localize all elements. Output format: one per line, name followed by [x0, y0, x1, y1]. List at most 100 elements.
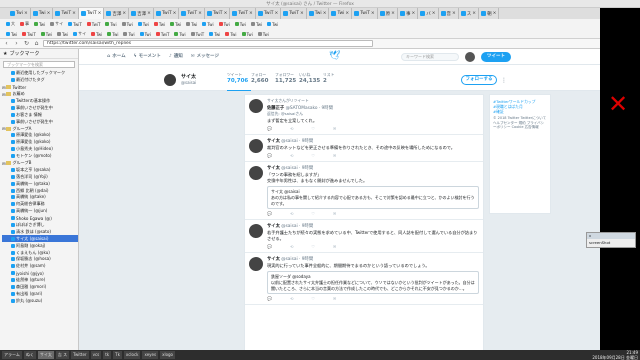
- close-icon[interactable]: ×: [24, 11, 28, 16]
- forward-icon[interactable]: ›: [13, 40, 20, 47]
- message-icon[interactable]: ✉: [333, 296, 336, 301]
- tweet-avatar[interactable]: [249, 99, 263, 113]
- tweet-author-name[interactable]: サイ太: [267, 224, 280, 229]
- bookmark-item[interactable]: Twi: [136, 20, 151, 28]
- taskbar-item[interactable]: xclock: [123, 351, 141, 359]
- bookmark-item[interactable]: TwiT: [20, 30, 38, 38]
- retweet-icon[interactable]: ⟲: [290, 153, 293, 158]
- taskbar-item[interactable]: vcs: [90, 351, 102, 359]
- close-icon[interactable]: ×: [72, 11, 76, 16]
- taskbar-item[interactable]: 吉 ス: [55, 351, 70, 359]
- taskbar-item[interactable]: Twitter: [71, 351, 89, 359]
- like-icon[interactable]: ♡: [311, 126, 315, 131]
- sidebar-item[interactable]: 何英総合律事務: [2, 201, 78, 208]
- close-icon[interactable]: ×: [249, 11, 253, 16]
- profile-stat[interactable]: フォロワー 11,725: [275, 72, 299, 91]
- close-icon[interactable]: ×: [345, 11, 349, 16]
- tab-5[interactable]: 吉澤 ×: [129, 8, 154, 19]
- bookmark-item[interactable]: Twi: [32, 20, 47, 28]
- bookmark-item[interactable]: TwiT: [154, 30, 172, 38]
- back-icon[interactable]: ‹: [3, 40, 10, 47]
- close-icon[interactable]: ×: [371, 11, 375, 16]
- expand-icon[interactable]: ⊟: [2, 161, 5, 166]
- home-icon[interactable]: ⌂: [33, 40, 40, 47]
- close-icon[interactable]: ×: [300, 11, 304, 16]
- like-icon[interactable]: ♡: [311, 211, 315, 216]
- message-icon[interactable]: ✉: [333, 211, 336, 216]
- sidebar-search-input[interactable]: ブックマークを検索: [3, 61, 75, 68]
- sidebar-item[interactable]: ぼぼぼさぎ博し: [2, 222, 78, 229]
- tab-18[interactable]: 音 ×: [439, 8, 459, 19]
- close-icon[interactable]: ×: [323, 11, 327, 16]
- reload-icon[interactable]: ↻: [23, 40, 30, 47]
- bookmark-item[interactable]: Twi: [4, 30, 19, 38]
- url-bar[interactable]: https://twitter.com/saisai/with_replies: [43, 40, 373, 47]
- taskbar-item[interactable]: tk: [103, 351, 112, 359]
- nav-moments[interactable]: ϟ モーメント: [134, 53, 161, 60]
- close-icon[interactable]: ×: [275, 11, 279, 16]
- close-icon[interactable]: ×: [411, 11, 415, 16]
- close-icon[interactable]: ×: [493, 11, 497, 16]
- sidebar-item[interactable]: 鈴丸 (@suzu): [2, 297, 78, 304]
- sidebar-item[interactable]: ⊟ お薦め: [2, 91, 78, 98]
- nav-home[interactable]: ⌂ ホーム: [107, 53, 126, 60]
- close-icon[interactable]: ×: [472, 11, 476, 16]
- bookmark-item[interactable]: Twi: [121, 30, 136, 38]
- sidebar-item[interactable]: 高橋純 (@take): [2, 194, 78, 201]
- sidebar-item[interactable]: 事前いさせが発生中: [2, 104, 78, 111]
- twitter-bird-icon[interactable]: 🕊: [329, 52, 340, 61]
- bookmark-item[interactable]: Twi: [233, 20, 248, 28]
- tab-9[interactable]: TwiT ×: [230, 8, 256, 19]
- tab-17[interactable]: バ ×: [418, 8, 439, 19]
- reply-icon[interactable]: 💬: [267, 211, 272, 216]
- close-icon[interactable]: ×: [98, 11, 102, 16]
- quoted-tweet[interactable]: 鉄屋ソーダ @sodaya 以前に配置されたサイ太弁護士の担任作業などについて、ウ…: [267, 271, 479, 294]
- tweet-author-name[interactable]: サイ太: [267, 139, 280, 144]
- tab-15[interactable]: 原 ×: [378, 8, 398, 19]
- close-icon[interactable]: ×: [224, 11, 228, 16]
- twitter-search-input[interactable]: キーワード検索: [401, 53, 459, 61]
- bookmark-item[interactable]: Twi: [105, 30, 120, 38]
- close-icon[interactable]: ×: [198, 11, 202, 16]
- tweet-avatar[interactable]: [249, 166, 263, 180]
- message-icon[interactable]: ✉: [333, 126, 336, 131]
- taskbar-item[interactable]: サイ太: [37, 351, 54, 359]
- sidebar-item[interactable]: くまえもん (@ku): [2, 249, 78, 256]
- profile-stat[interactable]: いいね 24,135: [299, 72, 323, 91]
- close-icon[interactable]: ×: [147, 11, 151, 16]
- sidebar-item[interactable]: 森田雅 (@mori): [2, 284, 78, 291]
- nav-messages[interactable]: ✉ メッセージ: [191, 53, 219, 60]
- close-icon[interactable]: ×: [432, 11, 436, 16]
- tab-1[interactable]: Twi ×: [31, 8, 54, 19]
- tweet-avatar[interactable]: [249, 139, 263, 153]
- sidebar-item[interactable]: 原澤愛佳 (@koko): [2, 132, 78, 139]
- user-avatar[interactable]: [465, 52, 475, 62]
- expand-icon[interactable]: ⊟: [2, 92, 5, 97]
- sidebar-item[interactable]: 最近使用したブックマーク: [2, 70, 78, 77]
- tab-8[interactable]: TwiT ×: [205, 8, 231, 19]
- tab-19[interactable]: ス ×: [459, 8, 480, 19]
- retweet-icon[interactable]: ⟲: [290, 296, 293, 301]
- tab-20[interactable]: 朝 ×: [479, 8, 500, 19]
- close-icon[interactable]: ×: [391, 11, 395, 16]
- profile-avatar[interactable]: [163, 73, 177, 87]
- bookmark-item[interactable]: Twi: [256, 30, 271, 38]
- more-options-icon[interactable]: ⋮: [501, 77, 507, 84]
- profile-stat[interactable]: フォロー 2,660: [251, 72, 275, 91]
- retweet-icon[interactable]: ⟲: [290, 211, 293, 216]
- bookmark-item[interactable]: Twi: [265, 20, 280, 28]
- bookmark-item[interactable]: Twi: [89, 30, 104, 38]
- tab-4[interactable]: 吉澤 ×: [104, 8, 130, 19]
- floating-window[interactable]: x screenShot: [586, 232, 636, 248]
- reply-icon[interactable]: 💬: [267, 244, 272, 249]
- bookmark-item[interactable]: サイ: [71, 30, 88, 38]
- sidebar-item[interactable]: モトケン (@moto): [2, 153, 78, 160]
- tab-2[interactable]: TwiT ×: [53, 8, 79, 19]
- bookmark-item[interactable]: Twi: [55, 30, 70, 38]
- close-icon[interactable]: ×: [452, 11, 456, 16]
- like-icon[interactable]: ♡: [311, 153, 315, 158]
- tab-7[interactable]: TwiT ×: [179, 8, 205, 19]
- sidebar-item[interactable]: 阿島剛 (@okaj): [2, 242, 78, 249]
- sidebar-item[interactable]: 最近付けたタグ: [2, 77, 78, 84]
- expand-icon[interactable]: ⊟: [2, 85, 5, 90]
